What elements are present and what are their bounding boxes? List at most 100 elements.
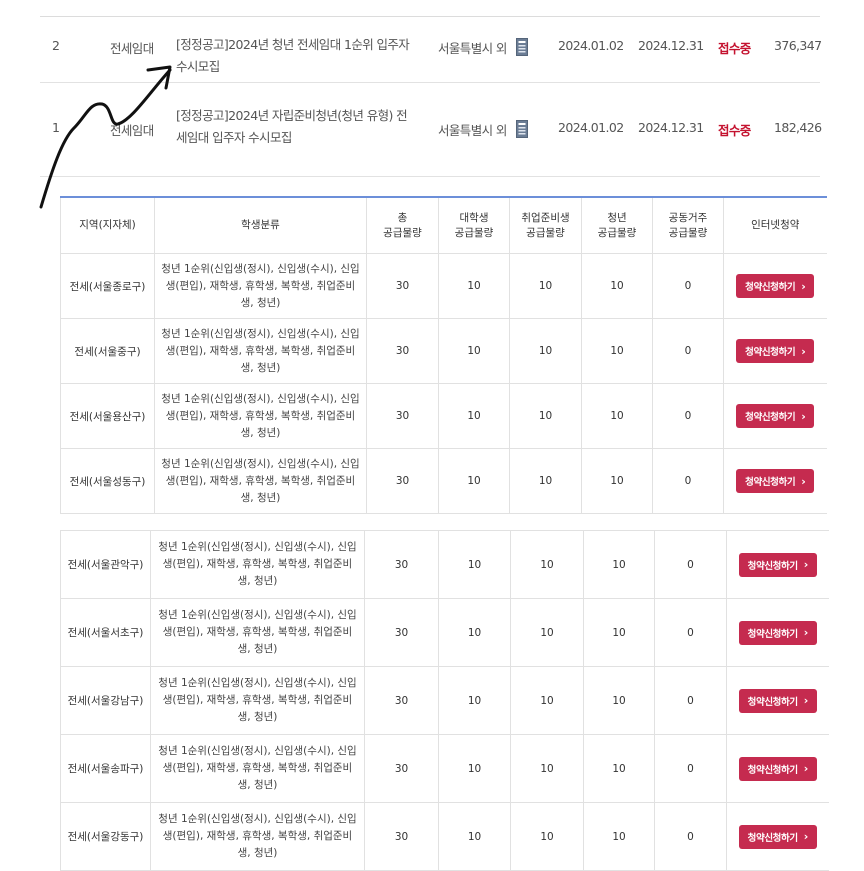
youth-supply-cell: 10 [581, 448, 653, 514]
table-row: 전세(서울중구) 청년 1순위(신입생(정시), 신입생(수시), 신입생(편입)… [60, 318, 827, 384]
apply-cell: 청약신청하기 › [726, 734, 829, 803]
list-top-divider [40, 16, 820, 17]
notice-end-date: 2024.12.31 [638, 38, 704, 53]
apply-cell: 청약신청하기 › [726, 598, 829, 667]
col-total-header: 총 공급물량 [366, 197, 439, 254]
classification-cell: 청년 1순위(신입생(정시), 신입생(수시), 신입생(편입), 재학생, 휴… [154, 318, 367, 384]
job-supply-cell: 10 [509, 383, 582, 449]
chevron-right-icon: › [801, 409, 806, 423]
notice-title-link[interactable]: [정정공고]2024년 자립준비청년(청년 유형) 전세임대 입주자 수시모집 [176, 105, 416, 149]
univ-supply-cell: 10 [438, 666, 511, 735]
col-job-header: 취업준비생 공급물량 [509, 197, 582, 254]
apply-button[interactable]: 청약신청하기 › [736, 274, 815, 298]
notice-type: 전세임대 [110, 123, 154, 138]
notice-start-date: 2024.01.02 [558, 120, 624, 135]
region-cell: 전세(서울서초구) [60, 598, 151, 667]
apply-button[interactable]: 청약신청하기 › [738, 688, 817, 713]
notice-number: 2 [52, 38, 60, 53]
chevron-right-icon: › [801, 474, 806, 488]
apply-button[interactable]: 청약신청하기 › [738, 620, 817, 645]
document-icon[interactable] [516, 38, 528, 56]
apply-button[interactable]: 청약신청하기 › [736, 404, 815, 428]
supply-table: 지역(지자체) 학생분류 총 공급물량 대학생 공급물량 취업준비생 공급물량 청년 공… [60, 196, 827, 514]
chevron-right-icon: › [803, 558, 809, 571]
col-univ-header: 대학생 공급물량 [438, 197, 510, 254]
classification-cell: 청년 1순위(신입생(정시), 신입생(수시), 신입생(편입), 재학생, 휴… [154, 383, 367, 449]
shared-supply-cell: 0 [654, 598, 727, 667]
shared-supply-cell: 0 [652, 383, 724, 449]
job-supply-cell: 10 [510, 734, 584, 803]
classification-cell: 청년 1순위(신입생(정시), 신입생(수시), 신입생(편입), 재학생, 휴… [150, 530, 365, 599]
col-classification-header: 학생분류 [154, 197, 367, 254]
job-supply-cell: 10 [509, 318, 582, 384]
table-row: 전세(서울강동구) 청년 1순위(신입생(정시), 신입생(수시), 신입생(편입… [60, 802, 829, 871]
region-cell: 전세(서울강남구) [60, 666, 151, 735]
apply-button-label: 청약신청하기 [745, 412, 796, 423]
chevron-right-icon: › [801, 344, 806, 358]
job-supply-cell: 10 [510, 530, 584, 599]
shared-supply-cell: 0 [652, 253, 724, 319]
table-row: 전세(서울종로구) 청년 1순위(신입생(정시), 신입생(수시), 신입생(편입… [60, 253, 827, 319]
univ-supply-cell: 10 [438, 448, 510, 514]
apply-button-label: 청약신청하기 [745, 477, 796, 488]
document-icon[interactable] [516, 120, 528, 138]
classification-cell: 청년 1순위(신입생(정시), 신입생(수시), 신입생(편입), 재학생, 휴… [154, 253, 367, 319]
apply-cell: 청약신청하기 › [723, 253, 827, 319]
univ-supply-cell: 10 [438, 318, 510, 384]
apply-cell: 청약신청하기 › [723, 318, 827, 384]
youth-supply-cell: 10 [581, 253, 653, 319]
youth-supply-cell: 10 [581, 318, 653, 384]
apply-button[interactable]: 청약신청하기 › [738, 756, 817, 781]
table-header-row: 지역(지자체) 학생분류 총 공급물량 대학생 공급물량 취업준비생 공급물량 청년 공… [60, 197, 827, 254]
notice-number: 1 [52, 120, 60, 135]
shared-supply-cell: 0 [654, 734, 727, 803]
table-row: 전세(서울송파구) 청년 1순위(신입생(정시), 신입생(수시), 신입생(편입… [60, 734, 829, 803]
total-supply-cell: 30 [366, 318, 439, 384]
notice-type: 전세임대 [110, 41, 154, 56]
notice-region: 서울특별시 외 [438, 41, 507, 56]
apply-button-label: 청약신청하기 [745, 282, 796, 293]
apply-button-label: 청약신청하기 [747, 560, 798, 572]
shared-supply-cell: 0 [654, 666, 727, 735]
univ-supply-cell: 10 [438, 253, 510, 319]
apply-cell: 청약신청하기 › [726, 802, 829, 871]
total-supply-cell: 30 [364, 666, 439, 735]
shared-supply-cell: 0 [652, 448, 724, 514]
classification-cell: 청년 1순위(신입생(정시), 신입생(수시), 신입생(편입), 재학생, 휴… [154, 448, 367, 514]
total-supply-cell: 30 [366, 383, 439, 449]
col-shared-header: 공동거주 공급물량 [652, 197, 724, 254]
univ-supply-cell: 10 [438, 598, 511, 667]
notice-views: 182,426 [774, 120, 822, 135]
table-row: 전세(서울성동구) 청년 1순위(신입생(정시), 신입생(수시), 신입생(편입… [60, 448, 827, 514]
total-supply-cell: 30 [364, 598, 439, 667]
col-apply-header: 인터넷청약 [723, 197, 827, 254]
apply-cell: 청약신청하기 › [726, 530, 829, 599]
univ-supply-cell: 10 [438, 802, 511, 871]
status-badge: 접수중 [718, 123, 751, 138]
total-supply-cell: 30 [364, 734, 439, 803]
apply-button[interactable]: 청약신청하기 › [738, 824, 817, 849]
apply-button-label: 청약신청하기 [747, 696, 798, 708]
apply-button[interactable]: 청약신청하기 › [738, 552, 817, 577]
classification-cell: 청년 1순위(신입생(정시), 신입생(수시), 신입생(편입), 재학생, 휴… [150, 802, 365, 871]
apply-button-label: 청약신청하기 [747, 628, 798, 640]
total-supply-cell: 30 [366, 253, 439, 319]
region-cell: 전세(서울관악구) [60, 530, 151, 599]
apply-button[interactable]: 청약신청하기 › [736, 339, 815, 363]
apply-cell: 청약신청하기 › [723, 448, 827, 514]
chevron-right-icon: › [801, 279, 806, 293]
youth-supply-cell: 10 [583, 530, 655, 599]
table-row: 전세(서울용산구) 청년 1순위(신입생(정시), 신입생(수시), 신입생(편입… [60, 383, 827, 449]
univ-supply-cell: 10 [438, 383, 510, 449]
region-cell: 전세(서울종로구) [60, 253, 155, 319]
job-supply-cell: 10 [510, 598, 584, 667]
classification-cell: 청년 1순위(신입생(정시), 신입생(수시), 신입생(편입), 재학생, 휴… [150, 666, 365, 735]
notice-title-link[interactable]: [정정공고]2024년 청년 전세임대 1순위 입주자 수시모집 [176, 34, 416, 78]
classification-cell: 청년 1순위(신입생(정시), 신입생(수시), 신입생(편입), 재학생, 휴… [150, 734, 365, 803]
apply-button[interactable]: 청약신청하기 › [736, 469, 815, 493]
region-cell: 전세(서울중구) [60, 318, 155, 384]
apply-button-label: 청약신청하기 [747, 832, 798, 844]
row-divider [40, 176, 820, 177]
apply-cell: 청약신청하기 › [726, 666, 829, 735]
notice-views: 376,347 [774, 38, 822, 53]
